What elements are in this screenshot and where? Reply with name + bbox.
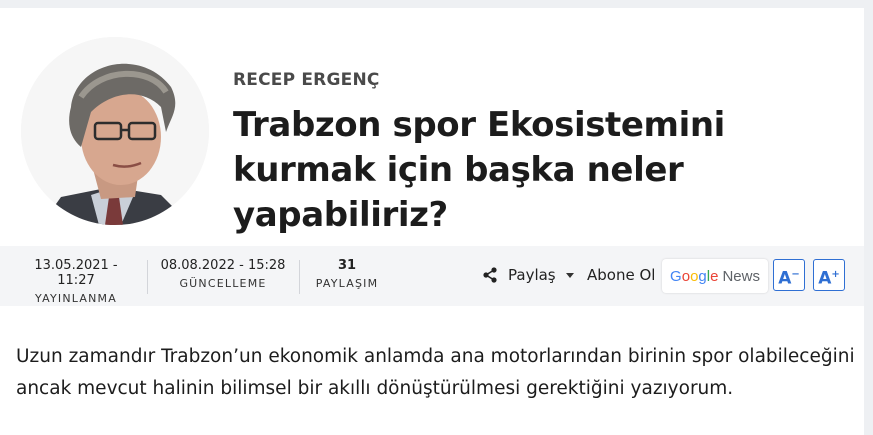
article-paragraph: Uzun zamandır Trabzon’un ekonomik anlamd… (16, 346, 855, 399)
google-logo: Google (670, 267, 719, 285)
chevron-down-icon (565, 272, 574, 278)
font-increase-label: A (818, 268, 832, 289)
google-news-label: News (722, 267, 760, 285)
shares-label: PAYLAŞIM (315, 277, 379, 290)
divider (147, 260, 148, 294)
article-card: RECEP ERGENÇ Trabzon spor Ekosistemini k… (0, 8, 864, 435)
updated-stat: 08.08.2022 - 15:28 GÜNCELLEME (160, 258, 286, 290)
subscribe-button[interactable]: Abone Ol (587, 266, 655, 284)
share-label: Paylaş (508, 266, 556, 284)
shares-count: 31 (337, 258, 357, 273)
share-button[interactable]: Paylaş (482, 266, 574, 284)
published-stat: 13.05.2021 - 11:27 YAYINLANMA (20, 258, 132, 305)
author-name[interactable]: RECEP ERGENÇ (233, 70, 380, 90)
author-avatar[interactable] (21, 37, 209, 225)
article-title: Trabzon spor Ekosistemini kurmak için ba… (233, 105, 725, 235)
published-label: YAYINLANMA (35, 292, 117, 305)
published-date: 13.05.2021 - 11:27 (34, 258, 118, 288)
font-increase-button[interactable]: A+ (813, 259, 845, 291)
font-decrease-label: A (778, 268, 792, 289)
share-icon (483, 267, 497, 283)
author-portrait-icon (21, 37, 209, 225)
updated-label: GÜNCELLEME (179, 277, 267, 290)
font-decrease-button[interactable]: A− (773, 259, 805, 291)
divider (299, 260, 300, 294)
shares-stat: 31 PAYLAŞIM (312, 258, 382, 290)
article-meta-bar: 13.05.2021 - 11:27 YAYINLANMA 08.08.2022… (0, 246, 864, 306)
google-news-button[interactable]: Google News (662, 259, 768, 293)
updated-date: 08.08.2022 - 15:28 (160, 258, 286, 273)
